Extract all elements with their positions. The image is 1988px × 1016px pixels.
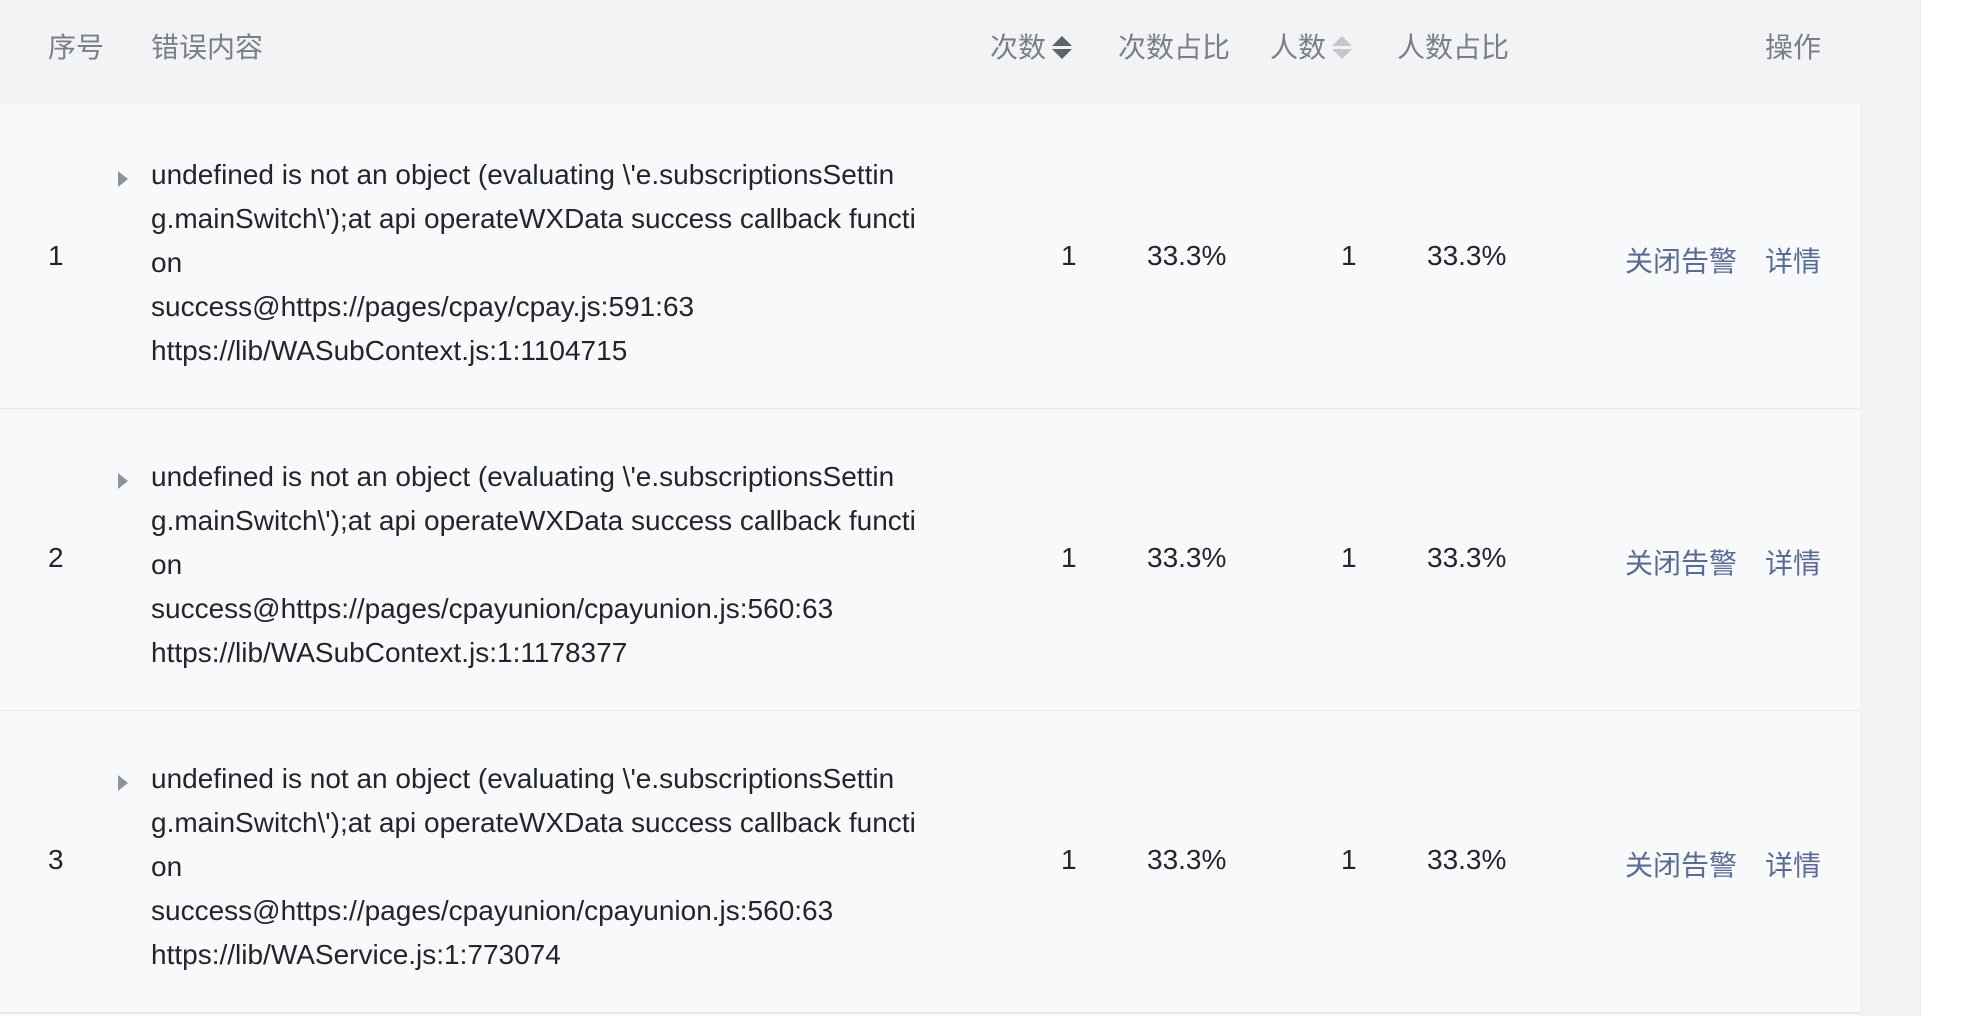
detail-link[interactable]: 详情 (1765, 844, 1821, 884)
header-count-label: 次数 (990, 32, 1047, 63)
triangle-right-icon[interactable] (118, 171, 128, 187)
count-value: 1 (1061, 240, 1077, 271)
count-ratio-value: 33.3% (1147, 240, 1227, 271)
header-users[interactable]: 人数 (1270, 0, 1353, 96)
count-ratio-value: 33.3% (1147, 542, 1227, 573)
header-count-ratio: 次数占比 (1118, 32, 1231, 63)
users-value: 1 (1341, 542, 1357, 573)
header-actions: 操作 (1765, 32, 1822, 63)
detail-link[interactable]: 详情 (1765, 542, 1821, 582)
side-panel (1920, 0, 1988, 1016)
sort-icon[interactable] (1332, 35, 1353, 61)
error-message: undefined is not an object (evaluating \… (151, 159, 916, 366)
users-ratio-value: 33.3% (1427, 240, 1507, 271)
error-message: undefined is not an object (evaluating \… (151, 763, 916, 970)
header-index: 序号 (48, 32, 105, 63)
close-alert-link[interactable]: 关闭告警 (1625, 542, 1737, 582)
header-error-content: 错误内容 (151, 32, 264, 63)
close-alert-link[interactable]: 关闭告警 (1625, 844, 1737, 884)
error-message: undefined is not an object (evaluating \… (151, 461, 916, 668)
table-row: 3 undefined is not an object (evaluating… (0, 711, 1860, 1014)
header-users-ratio: 人数占比 (1397, 32, 1510, 63)
users-ratio-value: 33.3% (1427, 844, 1507, 875)
users-value: 1 (1341, 240, 1357, 271)
count-value: 1 (1061, 542, 1077, 573)
table-header: 序号 错误内容 次数 次数占比 人数 人数占比 操作 (0, 0, 1860, 104)
row-index: 3 (48, 844, 64, 875)
row-index: 1 (48, 240, 64, 271)
triangle-right-icon[interactable] (118, 473, 128, 489)
users-ratio-value: 33.3% (1427, 542, 1507, 573)
users-value: 1 (1341, 844, 1357, 875)
header-users-label: 人数 (1270, 32, 1327, 63)
scroll-gutter (1860, 0, 1920, 1016)
count-value: 1 (1061, 844, 1077, 875)
table-row: 1 undefined is not an object (evaluating… (0, 107, 1860, 410)
triangle-right-icon[interactable] (118, 775, 128, 791)
row-index: 2 (48, 542, 64, 573)
header-count[interactable]: 次数 (990, 0, 1073, 96)
error-table: 序号 错误内容 次数 次数占比 人数 人数占比 操作 1 undefined i… (0, 0, 1860, 1016)
close-alert-link[interactable]: 关闭告警 (1625, 240, 1737, 280)
sort-icon[interactable] (1052, 35, 1073, 61)
detail-link[interactable]: 详情 (1765, 240, 1821, 280)
table-row: 2 undefined is not an object (evaluating… (0, 409, 1860, 712)
count-ratio-value: 33.3% (1147, 844, 1227, 875)
